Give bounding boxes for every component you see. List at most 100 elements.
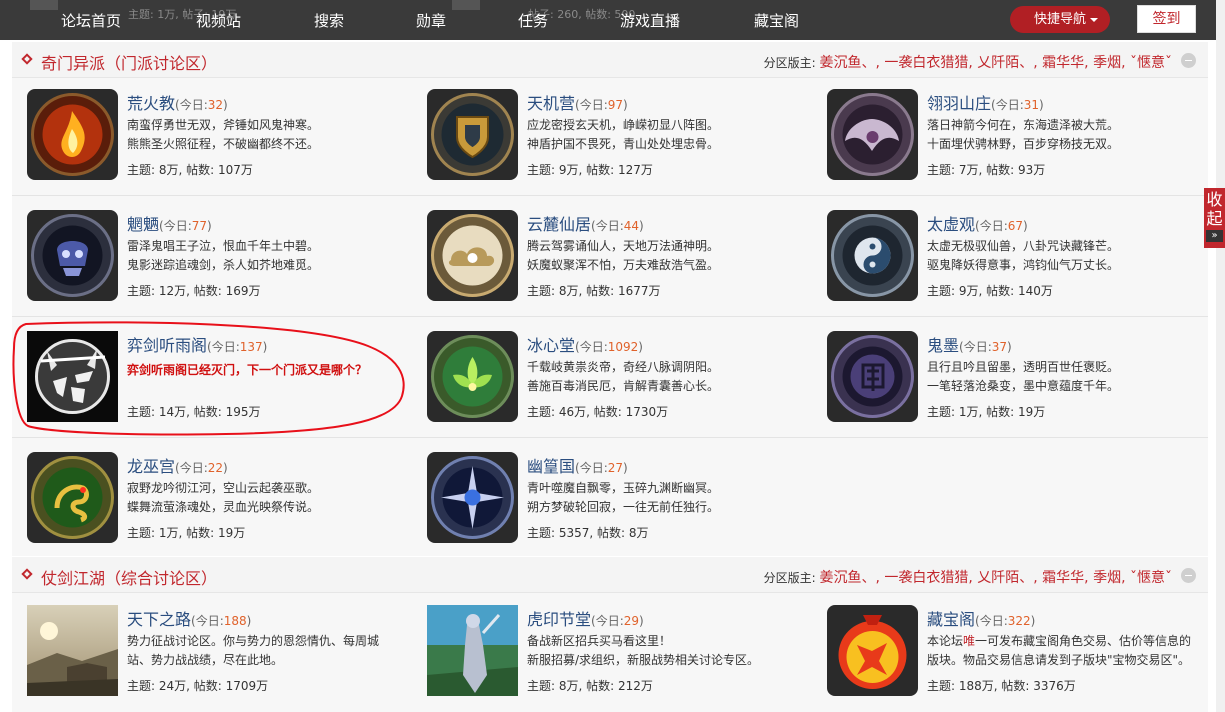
lotus-emblem-icon[interactable] bbox=[427, 331, 518, 422]
forum-name[interactable]: 天机营(今日:97) bbox=[527, 90, 628, 114]
moderators-label: 分区版主: bbox=[763, 571, 820, 585]
collapse-side-tab[interactable]: 收 起 » bbox=[1204, 188, 1225, 248]
sign-in-button[interactable]: 签到 bbox=[1137, 5, 1196, 33]
forum-card: 龙巫宫(今日:22) 寂野龙吟彻江河，空山云起袭巫歌。 蝶舞流萤涤魂处，灵血光映祭… bbox=[27, 452, 422, 547]
section-title[interactable]: 仗剑江湖（综合讨论区） bbox=[41, 565, 217, 589]
forum-card: 魍魉(今日:77) 雷泽鬼唱王子泣，恨血千年土中碧。 鬼影迷踪追魂剑，杀人如芥地难… bbox=[27, 210, 422, 305]
side-tab-label: 起 bbox=[1206, 209, 1223, 228]
diamond-icon bbox=[21, 53, 33, 65]
caret-down-icon bbox=[1090, 18, 1098, 22]
forum-stats: 主题: 5357, 帖数: 8万 bbox=[527, 526, 649, 540]
forum-card: 天下之路(今日:188) 势力征战讨论区。你与势力的恩怨情仇、每周城 站、势力战战… bbox=[27, 605, 422, 700]
forum-name[interactable]: 云麓仙居(今日:44) bbox=[527, 211, 644, 235]
forum-description: 青叶噬魔自飘零，玉碎九渊断幽冥。 朔方梦破轮回寂，一往无前任独行。 bbox=[527, 481, 720, 514]
flame-emblem-icon[interactable] bbox=[27, 89, 118, 180]
forum-name[interactable]: 魍魉(今日:77) bbox=[127, 211, 212, 235]
forum-card: 鬼墨(今日:37) 且行且吟且留墨，透明百世任褒贬。 一笔轻落沧桑变，墨中意蕴度千… bbox=[827, 331, 1222, 426]
top-nav-bar: 主题: 1万, 帖子: 19万 帖子: 260, 帖数: 500 论坛首页 视频… bbox=[0, 0, 1216, 40]
collapse-icon[interactable] bbox=[1181, 568, 1196, 583]
section-header: 奇门异派（门派讨论区） 分区版主: 姜沉鱼、, 一袭白衣猎猎, 乂阡陌、, 霜华… bbox=[12, 42, 1208, 78]
diamond-icon bbox=[21, 568, 33, 580]
landscape-image-icon[interactable] bbox=[27, 605, 118, 696]
quick-nav-label: 快捷导航 bbox=[1034, 12, 1087, 27]
skull-emblem-icon[interactable] bbox=[27, 210, 118, 301]
forum-description: 本论坛唯一可发布藏宝阁角色交易、估价等信息的 版块。物品交易信息请发到子版块"宝物… bbox=[927, 634, 1192, 667]
forum-card: 翎羽山庄(今日:31) 落日神箭今何在，东海遗泽被大荒。 十面埋伏骋林野，百步穿杨… bbox=[827, 89, 1222, 184]
forum-card: 荒火教(今日:32) 南蛮俘勇世无双，斧锤如风鬼神寒。 熊熊圣火照征程，不破幽都终… bbox=[27, 89, 422, 184]
annotation-circle bbox=[12, 321, 405, 436]
cloud-emblem-icon[interactable] bbox=[427, 210, 518, 301]
forum-description: 寂野龙吟彻江河，空山云起袭巫歌。 蝶舞流萤涤魂处，灵血光映祭传说。 bbox=[127, 481, 320, 514]
forum-description: 应龙密授玄天机，峥嵘初显八阵图。 神盾护国不畏死，青山处处埋忠骨。 bbox=[527, 118, 720, 151]
collapse-icon[interactable] bbox=[1181, 53, 1196, 68]
forum-card: 天机营(今日:97) 应龙密授玄天机，峥嵘初显八阵图。 神盾护国不畏死，青山处处埋… bbox=[427, 89, 822, 184]
row-divider bbox=[12, 195, 1208, 196]
nav-medals[interactable]: 勋章 bbox=[416, 10, 446, 31]
nav-treasure[interactable]: 藏宝阁 bbox=[754, 10, 799, 31]
section-moderators: 分区版主: 姜沉鱼、, 一袭白衣猎猎, 乂阡陌、, 霜华华, 季烟, ˇ惬意ˇ bbox=[764, 567, 1172, 587]
forum-name[interactable]: 鬼墨(今日:37) bbox=[927, 332, 1012, 356]
moderators-label: 分区版主: bbox=[763, 56, 820, 70]
nav-live[interactable]: 游戏直播 bbox=[620, 10, 680, 31]
forum-stats: 主题: 12万, 帖数: 169万 bbox=[127, 284, 261, 298]
nav-video[interactable]: 视频站 bbox=[196, 10, 241, 31]
forum-stats: 主题: 8万, 帖数: 212万 bbox=[527, 679, 653, 693]
forum-stats: 主题: 1万, 帖数: 19万 bbox=[927, 405, 1046, 419]
forum-card: 幽篁国(今日:27) 青叶噬魔自飘零，玉碎九渊断幽冥。 朔方梦破轮回寂，一往无前任… bbox=[427, 452, 822, 547]
forum-description: 千载岐黄祟炎帝，奇经八脉调阴阳。 善施百毒消民厄，肯解青囊善心长。 bbox=[527, 360, 720, 393]
forum-card: 云麓仙居(今日:44) 腾云驾雾诵仙人，天地万法通神明。 妖魔蚁聚浑不怕，万夫难敌… bbox=[427, 210, 822, 305]
forum-name[interactable]: 太虚观(今日:67) bbox=[927, 211, 1028, 235]
forum-description: 腾云驾雾诵仙人，天地万法通神明。 妖魔蚁聚浑不怕，万夫难敌浩气盈。 bbox=[527, 239, 720, 272]
wing-emblem-icon[interactable] bbox=[827, 89, 918, 180]
scrolled-thumbnail bbox=[30, 0, 58, 10]
scrolled-thumbnail bbox=[452, 0, 480, 10]
shield-emblem-icon[interactable] bbox=[427, 89, 518, 180]
forum-name[interactable]: 天下之路(今日:188) bbox=[127, 606, 251, 630]
moderator-names[interactable]: 姜沉鱼、, 一袭白衣猎猎, 乂阡陌、, 霜华华, 季烟, ˇ惬意ˇ bbox=[819, 55, 1172, 71]
forum-stats: 主题: 7万, 帖数: 93万 bbox=[927, 163, 1046, 177]
forum-card: 太虚观(今日:67) 太虚无极驭仙兽，八卦咒诀藏锋芒。 驱鬼降妖得意事，鸿钧仙气万… bbox=[827, 210, 1222, 305]
nav-tasks[interactable]: 任务 bbox=[518, 10, 548, 31]
forum-name[interactable]: 幽篁国(今日:27) bbox=[527, 453, 628, 477]
forum-card: 藏宝阁(今日:322) 本论坛唯一可发布藏宝阁角色交易、估价等信息的 版块。物品交… bbox=[827, 605, 1222, 700]
forum-description: 备战新区招兵买马看这里！ 新服招募/求组织，新服战势相关讨论专区。 bbox=[527, 634, 760, 667]
forum-description: 太虚无极驭仙兽，八卦咒诀藏锋芒。 驱鬼降妖得意事，鸿钧仙气万丈长。 bbox=[927, 239, 1120, 272]
nav-forum-home[interactable]: 论坛首页 bbox=[61, 10, 121, 31]
row-divider bbox=[12, 316, 1208, 317]
moderator-names[interactable]: 姜沉鱼、, 一袭白衣猎猎, 乂阡陌、, 霜华华, 季烟, ˇ惬意ˇ bbox=[819, 570, 1172, 586]
forum-stats: 主题: 8万, 帖数: 107万 bbox=[127, 163, 253, 177]
row-divider bbox=[12, 437, 1208, 438]
warrior-image-icon[interactable] bbox=[427, 605, 518, 696]
forum-stats: 主题: 1万, 帖数: 19万 bbox=[127, 526, 246, 540]
forum-description: 势力征战讨论区。你与势力的恩怨情仇、每周城 站、势力战战绩，尽在此地。 bbox=[127, 634, 380, 667]
nav-search[interactable]: 搜索 bbox=[314, 10, 344, 31]
forum-stats: 主题: 188万, 帖数: 3376万 bbox=[927, 679, 1076, 693]
forum-name[interactable]: 藏宝阁(今日:322) bbox=[927, 606, 1035, 630]
forum-description: 落日神箭今何在，东海遗泽被大荒。 十面埋伏骋林野，百步穿杨技无双。 bbox=[927, 118, 1120, 151]
forum-stats: 主题: 9万, 帖数: 140万 bbox=[927, 284, 1053, 298]
forum-name[interactable]: 龙巫宫(今日:22) bbox=[127, 453, 228, 477]
forum-description: 南蛮俘勇世无双，斧锤如风鬼神寒。 熊熊圣火照征程，不破幽都终不还。 bbox=[127, 118, 320, 151]
forum-stats: 主题: 46万, 帖数: 1730万 bbox=[527, 405, 669, 419]
ink-emblem-icon[interactable] bbox=[827, 331, 918, 422]
quick-nav-button[interactable]: 快捷导航 bbox=[1010, 6, 1110, 33]
forum-description: 雷泽鬼唱王子泣，恨血千年土中碧。 鬼影迷踪追魂剑，杀人如芥地难觅。 bbox=[127, 239, 320, 272]
forum-stats: 主题: 24万, 帖数: 1709万 bbox=[127, 679, 269, 693]
section-title[interactable]: 奇门异派（门派讨论区） bbox=[41, 50, 217, 74]
arrow-right-icon: » bbox=[1206, 230, 1223, 242]
forum-stats: 主题: 8万, 帖数: 1677万 bbox=[527, 284, 661, 298]
forum-stats: 主题: 9万, 帖数: 127万 bbox=[527, 163, 653, 177]
forum-card: 虎印节堂(今日:29) 备战新区招兵买马看这里！ 新服招募/求组织，新服战势相关讨… bbox=[427, 605, 822, 700]
section-header: 仗剑江湖（综合讨论区） 分区版主: 姜沉鱼、, 一袭白衣猎猎, 乂阡陌、, 霜华… bbox=[12, 557, 1208, 593]
forum-name[interactable]: 冰心堂(今日:1092) bbox=[527, 332, 643, 356]
star-emblem-icon[interactable] bbox=[427, 452, 518, 543]
dragon-emblem-icon[interactable] bbox=[27, 452, 118, 543]
forum-name[interactable]: 翎羽山庄(今日:31) bbox=[927, 90, 1044, 114]
forum-description: 且行且吟且留墨，透明百世任褒贬。 一笔轻落沧桑变，墨中意蕴度千年。 bbox=[927, 360, 1120, 393]
section-moderators: 分区版主: 姜沉鱼、, 一袭白衣猎猎, 乂阡陌、, 霜华华, 季烟, ˇ惬意ˇ bbox=[764, 52, 1172, 72]
side-tab-label: 收 bbox=[1206, 190, 1223, 209]
forum-name[interactable]: 虎印节堂(今日:29) bbox=[527, 606, 644, 630]
taiji-emblem-icon[interactable] bbox=[827, 210, 918, 301]
forum-name[interactable]: 荒火教(今日:32) bbox=[127, 90, 228, 114]
treasure-bag-icon[interactable] bbox=[827, 605, 918, 696]
